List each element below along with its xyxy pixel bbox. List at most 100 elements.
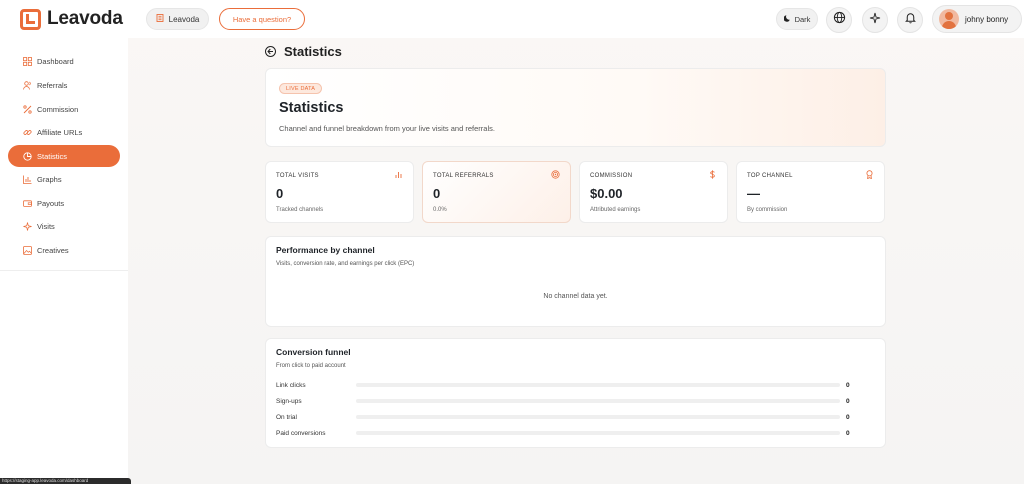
conversion-funnel-card: Conversion funnel From click to paid acc… (265, 338, 886, 448)
target-icon (551, 170, 560, 181)
notifications-button[interactable] (897, 7, 923, 33)
sidebar-item-commission[interactable]: Commission (8, 98, 120, 120)
funnel-count: 0 (846, 429, 850, 437)
page-header: Statistics (265, 44, 342, 59)
sidebar-item-statistics[interactable]: Statistics (8, 145, 120, 167)
funnel-count: 0 (846, 413, 850, 421)
user-name: johny bonny (965, 14, 1009, 24)
stat-subtext: By commission (747, 207, 788, 213)
workspace-label: Leavoda (168, 14, 200, 24)
funnel-count: 0 (846, 381, 850, 389)
have-a-question-button[interactable]: Have a question? (219, 8, 305, 30)
stat-value: 0 (276, 186, 284, 201)
back-arrow-icon[interactable] (265, 46, 276, 57)
sidebar-item-label: Dashboard (37, 56, 74, 66)
page-title: Statistics (284, 44, 342, 59)
sidebar-item-label: Graphs (37, 174, 62, 184)
top-bar: Leavoda Leavoda Have a question? Dark jo… (0, 0, 1024, 38)
sidebar-divider (0, 270, 128, 271)
sidebar-item-visits[interactable]: Visits (8, 215, 120, 237)
user-menu[interactable]: johny bonny (932, 5, 1022, 33)
funnel-row-link-clicks: Link clicks 0 (276, 379, 876, 391)
funnel-row-paid-conversions: Paid conversions 0 (276, 427, 876, 439)
stat-card-total-referrals: TOTAL REFERRALS 0 0.0% (422, 161, 571, 223)
stat-label: TOTAL REFERRALS (433, 173, 494, 179)
wallet-icon (22, 198, 32, 208)
sidebar-item-graphs[interactable]: Graphs (8, 168, 120, 190)
dollar-icon (708, 170, 717, 181)
stat-value: — (747, 186, 760, 201)
section-title: Performance by channel (276, 245, 375, 255)
section-subtitle: From click to paid account (276, 363, 346, 369)
sidebar-item-label: Visits (37, 221, 55, 231)
sidebar-item-payouts[interactable]: Payouts (8, 192, 120, 214)
funnel-label: On trial (276, 413, 297, 421)
sidebar: Dashboard Referrals Commission Affiliate… (0, 38, 128, 484)
percent-icon (22, 104, 32, 114)
bar-chart-icon (22, 174, 32, 184)
bar-chart-icon (394, 170, 403, 181)
section-subtitle: Visits, conversion rate, and earnings pe… (276, 261, 415, 267)
funnel-bar (356, 383, 840, 387)
logo-icon (20, 8, 41, 30)
stat-card-top-channel: TOP CHANNEL — By commission (736, 161, 885, 223)
stat-card-commission: COMMISSION $0.00 Attributed earnings (579, 161, 728, 223)
dark-mode-label: Dark (794, 14, 811, 24)
sidebar-item-label: Referrals (37, 80, 68, 90)
award-icon (865, 170, 874, 181)
moon-icon (783, 14, 792, 24)
sidebar-item-label: Payouts (37, 198, 65, 208)
dark-mode-toggle[interactable]: Dark (776, 8, 818, 30)
performance-by-channel-card: Performance by channel Visits, conversio… (265, 236, 886, 327)
sparkle-icon (22, 221, 32, 231)
sidebar-item-referrals[interactable]: Referrals (8, 74, 120, 96)
brand-logo[interactable]: Leavoda (20, 8, 123, 30)
pie-chart-icon (22, 151, 32, 161)
live-data-badge: LIVE DATA (279, 83, 323, 94)
stat-subtext: Attributed earnings (590, 207, 641, 213)
grid-icon (22, 56, 32, 66)
funnel-label: Sign-ups (276, 397, 302, 405)
brand-name: Leavoda (47, 8, 123, 29)
globe-icon (833, 11, 846, 29)
funnel-row-on-trial: On trial 0 (276, 411, 876, 423)
funnel-label: Paid conversions (276, 429, 326, 437)
sidebar-item-label: Creatives (37, 245, 69, 255)
stat-subtext: Tracked channels (276, 207, 324, 213)
building-icon (156, 14, 164, 24)
sidebar-item-affiliate-urls[interactable]: Affiliate URLs (8, 121, 120, 143)
stat-value: 0 (433, 186, 441, 201)
stat-subtext: 0.0% (433, 207, 447, 213)
stat-card-total-visits: TOTAL VISITS 0 Tracked channels (265, 161, 414, 223)
users-icon (22, 80, 32, 90)
avatar (939, 9, 959, 29)
bell-icon (904, 11, 917, 29)
funnel-bar (356, 431, 840, 435)
status-bar-url: https://staging-app.leavoda.com/dashboar… (0, 478, 131, 484)
stat-label: COMMISSION (590, 173, 633, 179)
section-title: Conversion funnel (276, 347, 351, 357)
sidebar-item-label: Statistics (37, 151, 68, 161)
stat-label: TOTAL VISITS (276, 173, 319, 179)
language-button[interactable] (826, 7, 852, 33)
funnel-label: Link clicks (276, 381, 306, 389)
funnel-row-sign-ups: Sign-ups 0 (276, 395, 876, 407)
sidebar-item-dashboard[interactable]: Dashboard (8, 50, 120, 72)
funnel-bar (356, 399, 840, 403)
empty-state-message: No channel data yet. (543, 293, 608, 300)
sparkle-icon (869, 11, 881, 29)
image-icon (22, 245, 32, 255)
funnel-bar (356, 415, 840, 419)
sidebar-item-label: Commission (37, 104, 79, 114)
hero-title: Statistics (279, 100, 344, 116)
sidebar-item-label: Affiliate URLs (37, 127, 83, 137)
hero-subtitle: Channel and funnel breakdown from your l… (279, 124, 495, 133)
stat-value: $0.00 (590, 186, 623, 201)
ai-assistant-button[interactable] (862, 7, 888, 33)
hero-card: LIVE DATA Statistics Channel and funnel … (265, 68, 886, 147)
workspace-switcher[interactable]: Leavoda (146, 8, 209, 30)
stat-label: TOP CHANNEL (747, 173, 793, 179)
sidebar-item-creatives[interactable]: Creatives (8, 239, 120, 261)
funnel-count: 0 (846, 397, 850, 405)
link-icon (22, 127, 32, 137)
